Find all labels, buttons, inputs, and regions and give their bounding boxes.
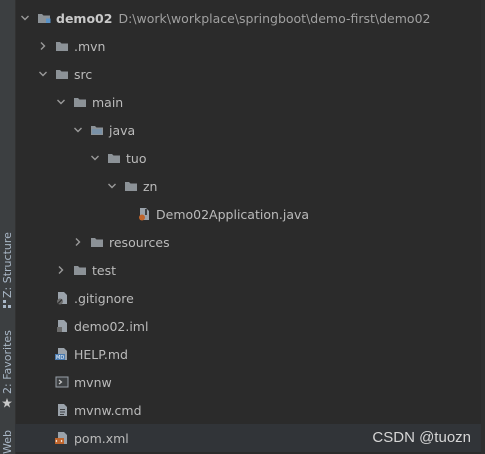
star-icon — [2, 398, 12, 408]
chevron-down-icon[interactable] — [72, 124, 84, 136]
tree-row-tuo[interactable]: tuo — [15, 144, 485, 172]
chevron-down-icon[interactable] — [89, 152, 101, 164]
vertical-scrollbar[interactable] — [481, 0, 485, 454]
module-folder-icon — [37, 11, 51, 25]
tree-item-label: resources — [109, 234, 170, 250]
gitignore-icon — [55, 291, 69, 305]
maven-pom-icon — [55, 431, 69, 445]
tree-item-label: mvnw.cmd — [74, 402, 142, 418]
chevron-down-icon[interactable] — [106, 180, 118, 192]
svg-text:MD: MD — [56, 355, 64, 361]
folder-icon — [73, 95, 87, 109]
tree-row-resources[interactable]: resources — [15, 228, 485, 256]
tree-row-src[interactable]: src — [15, 60, 485, 88]
tree-item-label: main — [92, 94, 124, 110]
package-icon — [124, 179, 138, 193]
tree-item-label: test — [92, 262, 117, 278]
folder-icon — [73, 263, 87, 277]
tree-item-label: demo02.iml — [74, 318, 149, 334]
source-folder-icon — [90, 123, 104, 137]
chevron-right-icon[interactable] — [72, 236, 84, 248]
tree-row-help-md[interactable]: MD HELP.md — [15, 340, 485, 368]
root-module-path: D:\work\workplace\springboot\demo-first\… — [118, 10, 431, 26]
tree-item-label: mvnw — [74, 374, 112, 390]
chevron-down-icon[interactable] — [19, 12, 31, 24]
tree-item-label: pom.xml — [74, 430, 129, 446]
tree-row-main[interactable]: main — [15, 88, 485, 116]
root-module-name: demo02 — [56, 10, 113, 26]
tree-item-label: HELP.md — [74, 346, 128, 362]
tree-item-label: Demo02Application.java — [156, 206, 310, 222]
folder-icon — [55, 67, 69, 81]
package-icon — [107, 151, 121, 165]
web-tab-label: Web — [1, 430, 14, 454]
structure-icon — [3, 300, 11, 308]
tree-item-label: java — [109, 122, 136, 138]
resources-folder-icon — [90, 235, 104, 249]
favorites-tab[interactable]: 2: Favorites — [0, 330, 15, 414]
tree-row-mvnw-cmd[interactable]: mvnw.cmd — [15, 396, 485, 424]
folder-icon — [55, 39, 69, 53]
chevron-down-icon[interactable] — [55, 96, 67, 108]
tree-row-java[interactable]: java — [15, 116, 485, 144]
web-tab[interactable]: Web — [0, 426, 15, 454]
project-tree: demo02 D:\work\workplace\springboot\demo… — [15, 0, 485, 454]
shell-script-icon — [55, 375, 69, 389]
markdown-icon: MD — [55, 347, 69, 361]
tree-item-label: .mvn — [74, 38, 106, 54]
text-file-icon — [55, 403, 69, 417]
chevron-right-icon[interactable] — [37, 40, 49, 52]
iml-file-icon — [55, 319, 69, 333]
chevron-right-icon[interactable] — [55, 264, 67, 276]
tree-row-mvn[interactable]: .mvn — [15, 32, 485, 60]
tool-window-strip: Z: Structure 2: Favorites Web — [0, 0, 16, 454]
structure-tab-label: Z: Structure — [1, 232, 14, 298]
tree-item-label: .gitignore — [74, 290, 134, 306]
structure-tab[interactable]: Z: Structure — [0, 232, 15, 312]
tree-item-label: zn — [143, 178, 158, 194]
tree-row-root[interactable]: demo02 D:\work\workplace\springboot\demo… — [15, 4, 485, 32]
chevron-down-icon[interactable] — [37, 68, 49, 80]
tree-row-demo02application[interactable]: Demo02Application.java — [15, 200, 485, 228]
tree-item-label: src — [74, 66, 93, 82]
favorites-tab-label: 2: Favorites — [1, 330, 14, 394]
tree-row-iml[interactable]: demo02.iml — [15, 312, 485, 340]
watermark: CSDN @tuozn — [372, 429, 471, 446]
tree-item-label: tuo — [126, 150, 147, 166]
tree-row-zn[interactable]: zn — [15, 172, 485, 200]
tree-row-mvnw[interactable]: mvnw — [15, 368, 485, 396]
tree-row-gitignore[interactable]: .gitignore — [15, 284, 485, 312]
tree-row-test[interactable]: test — [15, 256, 485, 284]
java-class-icon — [137, 207, 151, 221]
